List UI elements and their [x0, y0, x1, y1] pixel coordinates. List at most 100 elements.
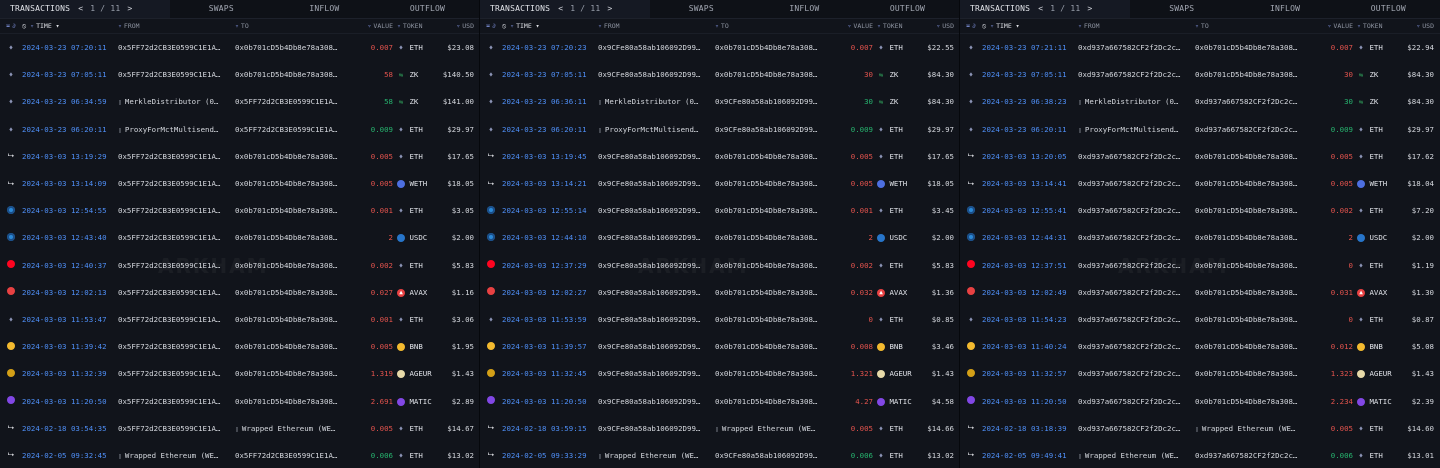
tab-inflow[interactable]: INFLOW [273, 0, 376, 18]
from-cell[interactable]: ▯ MerkleDistributor (0… [1078, 97, 1195, 106]
to-address[interactable]: 0x0b701cD5b4Db8e78a308… [235, 233, 337, 242]
time-cell[interactable]: 2024-02-18 03:54:35 [22, 424, 118, 433]
from-address[interactable]: 0xd937a667582CF2f2Dc2c… [1078, 70, 1180, 79]
to-cell[interactable]: 0x0b701cD5b4Db8e78a308… [1195, 261, 1317, 270]
time-cell[interactable]: 2024-03-03 11:40:24 [982, 342, 1078, 351]
time-cell[interactable]: 2024-03-23 07:20:11 [22, 43, 118, 52]
to-address[interactable]: 0x0b701cD5b4Db8e78a308… [1195, 369, 1297, 378]
to-address[interactable]: 0x0b701cD5b4Db8e78a308… [235, 152, 337, 161]
to-address[interactable]: 0x0b701cD5b4Db8e78a308… [1195, 342, 1297, 351]
to-address[interactable]: 0x9CFe80a58ab106092D99… [715, 125, 817, 134]
token-cell[interactable]: ♦ ETH [1357, 451, 1401, 460]
filter-icon[interactable]: ⩸ [486, 22, 490, 31]
hide-icon[interactable]: ⦸ [22, 22, 26, 30]
to-address[interactable]: 0x5FF72d2CB3E0599C1E1A… [235, 451, 337, 460]
to-cell[interactable]: 0x0b701cD5b4Db8e78a308… [715, 179, 837, 188]
from-cell[interactable]: 0x5FF72d2CB3E0599C1E1A… [118, 397, 235, 406]
token-cell[interactable]: ♦ ETH [397, 43, 441, 52]
from-cell[interactable]: 0xd937a667582CF2f2Dc2c… [1078, 315, 1195, 324]
filter-icon[interactable]: ▿ [877, 22, 881, 30]
token-cell[interactable]: BNB [397, 342, 441, 352]
from-address[interactable]: 0xd937a667582CF2f2Dc2c… [1078, 315, 1180, 324]
header-from[interactable]: ▿ FROM [118, 22, 235, 30]
to-address[interactable]: 0x9CFe80a58ab106092D99… [715, 451, 817, 460]
from-cell[interactable]: ▯ Wrapped Ethereum (WE… [598, 451, 715, 460]
time-cell[interactable]: 2024-02-05 09:49:41 [982, 451, 1078, 460]
time-cell[interactable]: 2024-03-03 11:53:59 [502, 315, 598, 324]
to-address[interactable]: 0x0b701cD5b4Db8e78a308… [235, 288, 337, 297]
time-cell[interactable]: 2024-02-05 09:33:29 [502, 451, 598, 460]
from-cell[interactable]: 0x5FF72d2CB3E0599C1E1A… [118, 152, 235, 161]
from-address[interactable]: 0xd937a667582CF2f2Dc2c… [1078, 342, 1180, 351]
filter-icon[interactable]: ▿ [848, 22, 852, 30]
from-cell[interactable]: 0x5FF72d2CB3E0599C1E1A… [118, 206, 235, 215]
time-cell[interactable]: 2024-03-03 12:43:40 [22, 233, 118, 242]
from-cell[interactable]: 0xd937a667582CF2f2Dc2c… [1078, 70, 1195, 79]
header-to[interactable]: ▿ TO [1195, 22, 1317, 30]
header-time[interactable]: ⦸ ▿ TIME ▾ [22, 22, 118, 31]
header-usd[interactable]: ▿ USD [921, 22, 959, 30]
token-cell[interactable]: ▲ AVAX [397, 288, 441, 297]
to-address[interactable]: 0x0b701cD5b4Db8e78a308… [235, 70, 337, 79]
to-cell[interactable]: 0x0b701cD5b4Db8e78a308… [1195, 233, 1317, 242]
filter-icon[interactable]: ▿ [1195, 22, 1199, 30]
token-cell[interactable]: ⇆ ZK [397, 70, 441, 79]
filter-icon[interactable]: ⩸ [6, 22, 10, 31]
to-address[interactable]: 0x0b701cD5b4Db8e78a308… [1195, 70, 1297, 79]
token-cell[interactable]: ♦ ETH [1357, 424, 1401, 433]
filter-icon[interactable]: ▿ [30, 22, 34, 30]
from-address[interactable]: 0x9CFe80a58ab106092D99… [598, 152, 700, 161]
from-cell[interactable]: 0x5FF72d2CB3E0599C1E1A… [118, 233, 235, 242]
filter-icon[interactable]: ▿ [990, 22, 994, 30]
from-address[interactable]: 0x5FF72d2CB3E0599C1E1A… [118, 397, 220, 406]
from-address[interactable]: 0x5FF72d2CB3E0599C1E1A… [118, 206, 220, 215]
time-cell[interactable]: 2024-03-23 07:05:11 [982, 70, 1078, 79]
link-icon[interactable]: ∂ [492, 22, 496, 31]
table-row[interactable]: ♦ 2024-03-23 07:20:23 0x9CFe80a58ab10609… [480, 34, 959, 61]
header-usd[interactable]: ▿ USD [1401, 22, 1440, 30]
to-cell[interactable]: 0x0b701cD5b4Db8e78a308… [235, 342, 357, 351]
table-row[interactable]: ⮡ 2024-02-18 03:59:15 0x9CFe80a58ab10609… [480, 415, 959, 442]
from-address[interactable]: 0x9CFe80a58ab106092D99… [598, 424, 700, 433]
filter-icon[interactable]: ▿ [235, 22, 239, 30]
to-address[interactable]: 0x0b701cD5b4Db8e78a308… [715, 179, 817, 188]
to-address[interactable]: 0x0b701cD5b4Db8e78a308… [235, 206, 337, 215]
table-row[interactable]: 2024-03-03 11:40:24 0xd937a667582CF2f2Dc… [960, 333, 1440, 360]
from-address[interactable]: 0x9CFe80a58ab106092D99… [598, 288, 700, 297]
table-row[interactable]: ♦ 2024-03-23 07:05:11 0x9CFe80a58ab10609… [480, 61, 959, 88]
from-cell[interactable]: 0x5FF72d2CB3E0599C1E1A… [118, 179, 235, 188]
token-cell[interactable]: ⇆ ZK [397, 97, 441, 106]
from-cell[interactable]: 0x9CFe80a58ab106092D99… [598, 369, 715, 378]
from-cell[interactable]: 0x9CFe80a58ab106092D99… [598, 179, 715, 188]
token-cell[interactable]: ♦ ETH [1357, 261, 1401, 270]
header-to[interactable]: ▿ TO [235, 22, 357, 30]
table-row[interactable]: 2024-03-03 12:02:13 0x5FF72d2CB3E0599C1E… [0, 279, 479, 306]
to-address[interactable]: 0x5FF72d2CB3E0599C1E1A… [235, 97, 337, 106]
to-address[interactable]: 0x5FF72d2CB3E0599C1E1A… [235, 125, 337, 134]
time-cell[interactable]: 2024-03-23 07:05:11 [502, 70, 598, 79]
table-row[interactable]: 2024-03-03 12:02:49 0xd937a667582CF2f2Dc… [960, 279, 1440, 306]
prev-page-icon[interactable]: < [556, 4, 565, 13]
next-page-icon[interactable]: > [1085, 4, 1094, 13]
token-cell[interactable]: AGEUR [1357, 369, 1401, 379]
to-cell[interactable]: 0x0b701cD5b4Db8e78a308… [235, 369, 357, 378]
token-cell[interactable]: ♦ ETH [397, 424, 441, 433]
to-address[interactable]: Wrapped Ethereum (WE… [1202, 424, 1295, 433]
to-cell[interactable]: 0x0b701cD5b4Db8e78a308… [235, 233, 357, 242]
table-row[interactable]: 2024-03-03 11:32:57 0xd937a667582CF2f2Dc… [960, 360, 1440, 387]
to-cell[interactable]: 0x0b701cD5b4Db8e78a308… [1195, 288, 1317, 297]
to-address[interactable]: 0x9CFe80a58ab106092D99… [715, 97, 817, 106]
from-address[interactable]: 0x5FF72d2CB3E0599C1E1A… [118, 369, 220, 378]
filter-icon[interactable]: ▿ [1416, 22, 1420, 30]
time-cell[interactable]: 2024-03-03 11:20:50 [22, 397, 118, 406]
table-row[interactable]: ♦ 2024-03-23 06:36:11 ▯ MerkleDistributor… [480, 88, 959, 115]
from-address[interactable]: 0x9CFe80a58ab106092D99… [598, 179, 700, 188]
header-from[interactable]: ▿ FROM [1078, 22, 1195, 30]
tab-swaps[interactable]: SWAPS [1130, 0, 1233, 18]
to-cell[interactable]: ▯ Wrapped Ethereum (WE… [1195, 424, 1317, 433]
token-cell[interactable]: ⇆ ZK [877, 70, 921, 79]
token-cell[interactable]: ⇆ ZK [1357, 70, 1401, 79]
from-address[interactable]: 0x9CFe80a58ab106092D99… [598, 43, 700, 52]
from-address[interactable]: 0x9CFe80a58ab106092D99… [598, 70, 700, 79]
table-row[interactable]: ⮡ 2024-02-05 09:49:41 ▯ Wrapped Ethereum … [960, 442, 1440, 468]
